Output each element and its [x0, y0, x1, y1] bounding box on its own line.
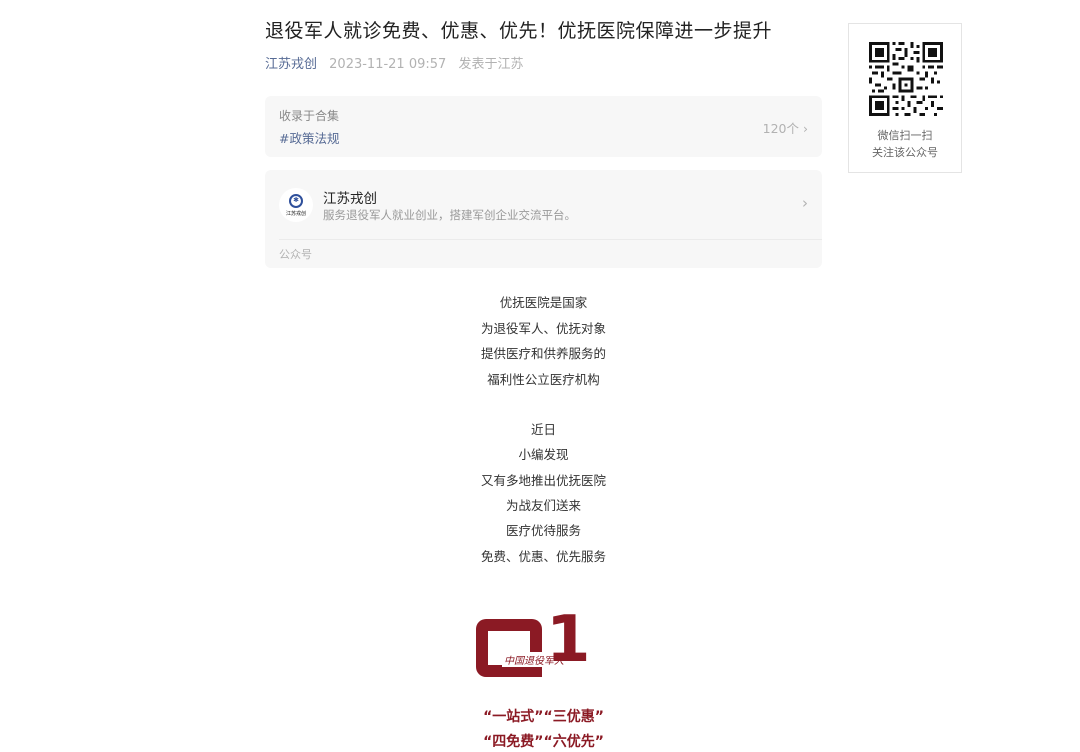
- avatar-label: 江苏戎创: [285, 210, 306, 217]
- publish-time: 2023-11-21 09:57: [329, 57, 447, 72]
- body-line: 提供医疗和供养服务的: [480, 346, 606, 361]
- account-divider: [279, 239, 822, 240]
- body-line: 为战友们送来: [505, 498, 581, 513]
- article-meta: 江苏戎创 2023-11-21 09:57 发表于江苏: [265, 53, 523, 72]
- body-line: 福利性公立医疗机构: [487, 372, 600, 387]
- qr-caption-scan: 微信扫一扫: [877, 129, 933, 142]
- collection-card[interactable]: 收录于合集 #政策法规 120个 ›: [265, 96, 822, 157]
- body-line: 小编发现: [518, 447, 569, 462]
- body-line: 为退役军人、优抚对象: [480, 321, 606, 336]
- body-line: 又有多地推出优抚医院: [480, 473, 606, 488]
- body-line: 免费、优惠、优先服务: [480, 549, 606, 564]
- chevron-right-icon: ›: [802, 194, 808, 212]
- account-card[interactable]: ✱ 江苏戎创 江苏戎创 服务退役军人就业创业，搭建军创企业交流平台。 › 公众号: [265, 170, 822, 268]
- body-line: 近日: [530, 422, 556, 437]
- slogan-line: “一站式”“三优惠”: [483, 709, 604, 725]
- section-number-graphic: 中国退役军人 1: [476, 608, 591, 678]
- slogan-line: “四免费”“六优先”: [483, 734, 604, 750]
- publish-location: 发表于江苏: [458, 57, 524, 72]
- body-line: 医疗优待服务: [505, 523, 581, 538]
- emblem-icon: ✱: [289, 193, 303, 208]
- section-number: 1: [546, 603, 591, 677]
- collection-count: 120个 ›: [762, 121, 808, 136]
- body-line: 优抚医院是国家: [499, 295, 588, 310]
- qr-caption-follow: 关注该公众号: [872, 146, 938, 159]
- author-link[interactable]: 江苏戎创: [265, 57, 317, 72]
- collection-label: 收录于合集: [279, 109, 340, 123]
- account-name: 江苏戎创: [323, 191, 377, 207]
- account-avatar: ✱ 江苏戎创: [279, 188, 313, 222]
- article-title: 退役军人就诊免费、优惠、优先！优抚医院保障进一步提升: [265, 20, 773, 42]
- qr-code-image: [869, 42, 943, 116]
- account-description: 服务退役军人就业创业，搭建军创企业交流平台。: [323, 208, 576, 222]
- account-type: 公众号: [279, 248, 312, 261]
- qr-code-card: 微信扫一扫 关注该公众号: [848, 23, 962, 173]
- collection-tag[interactable]: #政策法规: [279, 128, 339, 147]
- q-letter-shape: [476, 619, 542, 677]
